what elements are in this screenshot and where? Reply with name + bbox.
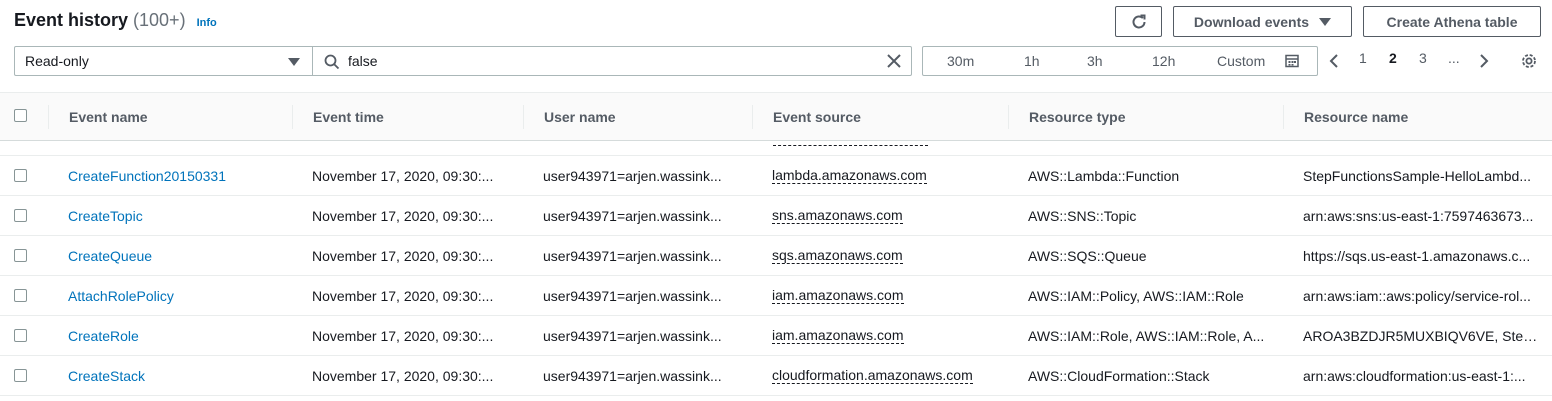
time-range-selector: 30m 1h 3h 12h Custom [922, 46, 1318, 76]
event-name-link[interactable]: AttachRolePolicy [68, 288, 174, 304]
resource-type: AWS::IAM::Policy, AWS::IAM::Role [1028, 288, 1244, 304]
header: Event history (100+) Info [14, 10, 217, 31]
resource-type: AWS::CloudFormation::Stack [1028, 368, 1210, 384]
next-page-icon[interactable] [1478, 53, 1490, 69]
event-time: November 17, 2020, 09:30:... [312, 328, 494, 344]
lookup-attribute-value: Read-only [25, 53, 89, 69]
lookup-attribute-select[interactable]: Read-only [14, 46, 313, 76]
resource-name: arn:aws:iam::aws:policy/service-rol... [1303, 288, 1531, 304]
column-resource-type[interactable]: Resource type [1029, 109, 1125, 125]
resource-name: https://sqs.us-east-1.amazonaws.c... [1303, 248, 1531, 264]
previous-page-icon[interactable] [1328, 53, 1340, 69]
clear-icon[interactable] [886, 53, 902, 69]
table-row-partial [0, 141, 1552, 156]
event-name-link[interactable]: CreateRole [68, 328, 139, 344]
event-time: November 17, 2020, 09:30:... [312, 208, 494, 224]
resource-type: AWS::SNS::Topic [1028, 208, 1137, 224]
page-3[interactable]: 3 [1419, 50, 1427, 66]
event-name-link[interactable]: CreateTopic [68, 208, 143, 224]
user-name: user943971=arjen.wassink... [543, 288, 722, 304]
resource-name: AROA3BZDJR5MUXBIQV6VE, Step... [1303, 328, 1541, 344]
create-athena-table-label: Create Athena table [1386, 13, 1518, 30]
event-count: (100+) [133, 10, 186, 30]
resource-type: AWS::SQS::Queue [1028, 248, 1147, 264]
table-row[interactable]: CreateQueue November 17, 2020, 09:30:... u… [0, 236, 1552, 276]
partial-source-underline [773, 145, 928, 146]
table-row[interactable]: AttachRolePolicy November 17, 2020, 09:30… [0, 276, 1552, 316]
settings-gear-icon[interactable] [1520, 52, 1538, 70]
column-divider [48, 105, 49, 129]
calendar-icon[interactable] [1285, 54, 1299, 68]
info-link[interactable]: Info [197, 17, 217, 29]
event-time: November 17, 2020, 09:30:... [312, 368, 494, 384]
column-divider[interactable] [1008, 105, 1009, 129]
row-checkbox[interactable] [14, 329, 27, 342]
range-3h[interactable]: 3h [1087, 53, 1103, 69]
resource-type: AWS::Lambda::Function [1028, 168, 1180, 184]
create-athena-table-button[interactable]: Create Athena table [1363, 6, 1541, 37]
column-resource-name[interactable]: Resource name [1304, 109, 1408, 125]
select-all-checkbox[interactable] [14, 109, 27, 122]
search-input[interactable]: false [312, 46, 912, 76]
caret-down-icon [1319, 17, 1332, 26]
column-divider[interactable] [752, 105, 753, 129]
column-divider[interactable] [1283, 105, 1284, 129]
resource-name: arn:aws:sns:us-east-1:7597463673... [1303, 208, 1534, 224]
resource-type: AWS::IAM::Role, AWS::IAM::Role, A... [1028, 328, 1265, 344]
row-checkbox[interactable] [14, 369, 27, 382]
user-name: user943971=arjen.wassink... [543, 208, 722, 224]
user-name: user943971=arjen.wassink... [543, 168, 722, 184]
event-time: November 17, 2020, 09:30:... [312, 248, 494, 264]
download-events-button[interactable]: Download events [1173, 6, 1352, 37]
caret-down-icon [288, 58, 300, 66]
event-source[interactable]: iam.amazonaws.com [772, 288, 904, 304]
event-name-link[interactable]: CreateFunction20150331 [68, 168, 226, 184]
user-name: user943971=arjen.wassink... [543, 248, 722, 264]
event-time: November 17, 2020, 09:30:... [312, 288, 494, 304]
resource-name: arn:aws:cloudformation:us-east-1:... [1303, 368, 1526, 384]
range-30m[interactable]: 30m [947, 53, 974, 69]
table-row[interactable]: CreateTopic November 17, 2020, 09:30:... u… [0, 196, 1552, 236]
resource-name: StepFunctionsSample-HelloLambd... [1303, 168, 1532, 184]
download-events-label: Download events [1193, 13, 1310, 30]
event-name-link[interactable]: CreateQueue [68, 248, 152, 264]
page-2[interactable]: 2 [1389, 50, 1397, 66]
table-row[interactable]: CreateStack November 17, 2020, 09:30:... u… [0, 356, 1552, 396]
row-checkbox[interactable] [14, 289, 27, 302]
search-icon [324, 54, 340, 70]
row-checkbox[interactable] [14, 249, 27, 262]
row-checkbox[interactable] [14, 209, 27, 222]
column-divider[interactable] [292, 105, 293, 129]
search-value: false [348, 53, 378, 69]
event-source[interactable]: cloudformation.amazonaws.com [772, 368, 973, 384]
column-divider[interactable] [523, 105, 524, 129]
range-1h[interactable]: 1h [1024, 53, 1040, 69]
event-source[interactable]: sqs.amazonaws.com [772, 248, 903, 264]
column-user-name[interactable]: User name [544, 109, 616, 125]
page-title: Event history [14, 10, 129, 30]
range-12h[interactable]: 12h [1152, 53, 1175, 69]
table-header: Event name Event time User name Event so… [0, 92, 1552, 141]
range-custom[interactable]: Custom [1217, 53, 1265, 69]
page-1[interactable]: 1 [1359, 50, 1367, 66]
user-name: user943971=arjen.wassink... [543, 368, 722, 384]
table-row[interactable]: CreateFunction20150331 November 17, 2020,… [0, 156, 1552, 196]
event-name-link[interactable]: CreateStack [68, 368, 145, 384]
row-checkbox[interactable] [14, 169, 27, 182]
event-time: November 17, 2020, 09:30:... [312, 168, 494, 184]
event-source[interactable]: iam.amazonaws.com [772, 328, 904, 344]
refresh-button[interactable] [1115, 6, 1162, 37]
table-row[interactable]: CreateRole November 17, 2020, 09:30:... us… [0, 316, 1552, 356]
event-source[interactable]: sns.amazonaws.com [772, 208, 903, 224]
column-event-time[interactable]: Event time [313, 109, 384, 125]
user-name: user943971=arjen.wassink... [543, 328, 722, 344]
column-event-name[interactable]: Event name [69, 109, 148, 125]
page-ellipsis: ... [1448, 50, 1460, 66]
refresh-icon [1132, 14, 1145, 28]
column-event-source[interactable]: Event source [773, 109, 861, 125]
event-source[interactable]: lambda.amazonaws.com [772, 168, 927, 184]
